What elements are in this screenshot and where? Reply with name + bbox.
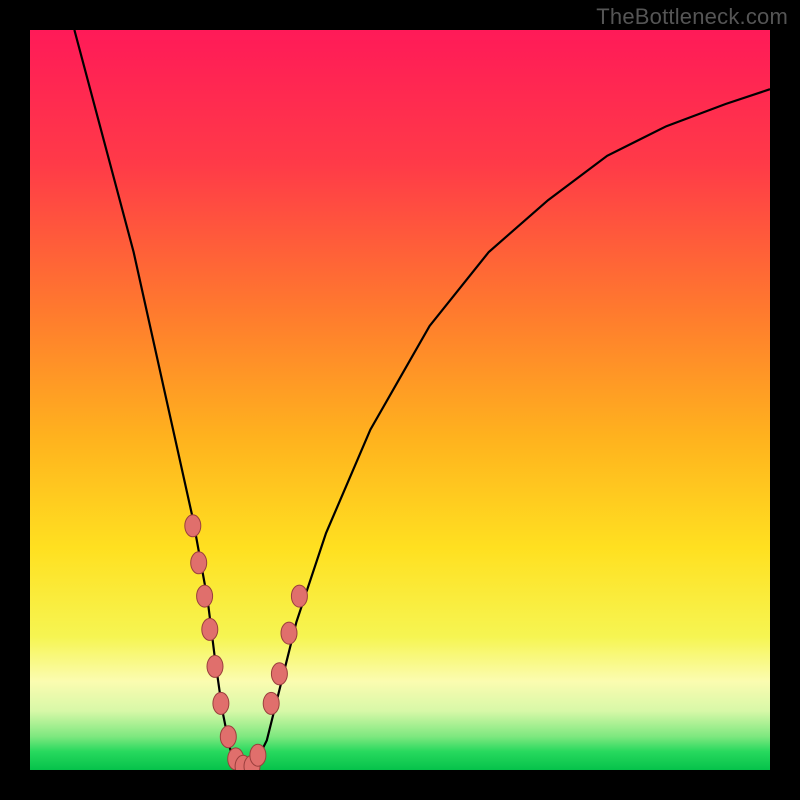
watermark-text: TheBottleneck.com xyxy=(596,4,788,30)
marker-dot xyxy=(191,552,207,574)
marker-dot xyxy=(185,515,201,537)
marker-dot xyxy=(281,622,297,644)
marker-dot xyxy=(197,585,213,607)
bottleneck-curve xyxy=(74,30,770,770)
marker-group xyxy=(185,515,308,770)
plot-area xyxy=(30,30,770,770)
marker-dot xyxy=(263,692,279,714)
marker-dot xyxy=(220,726,236,748)
outer-frame: TheBottleneck.com xyxy=(0,0,800,800)
marker-dot xyxy=(213,692,229,714)
marker-dot xyxy=(207,655,223,677)
marker-dot xyxy=(202,618,218,640)
chart-svg xyxy=(30,30,770,770)
marker-dot xyxy=(250,744,266,766)
marker-dot xyxy=(271,663,287,685)
marker-dot xyxy=(291,585,307,607)
